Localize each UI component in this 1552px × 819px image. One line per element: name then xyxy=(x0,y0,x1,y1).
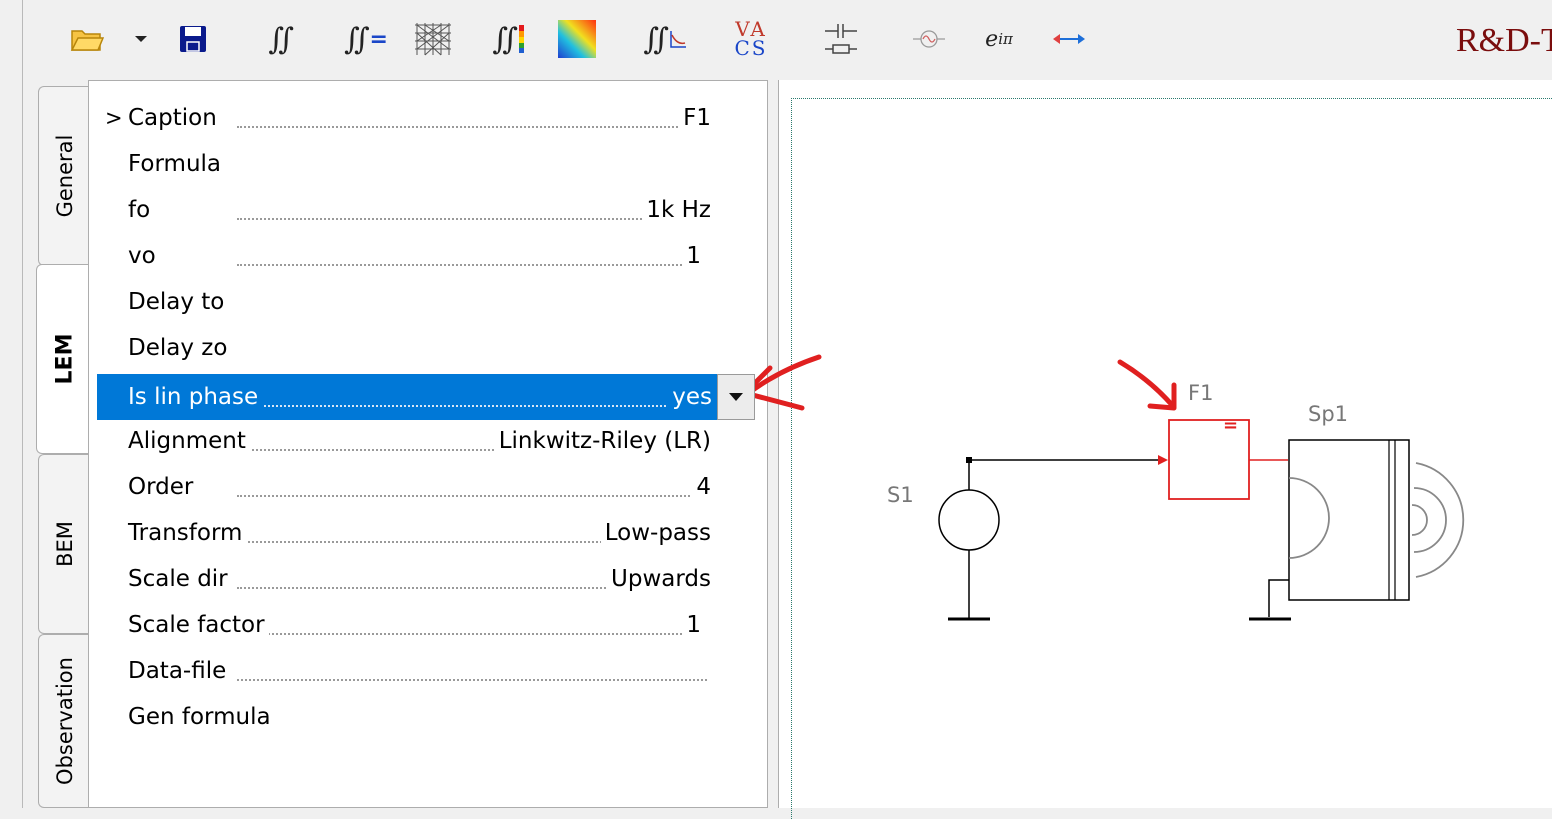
property-name: Caption xyxy=(128,105,221,131)
property-name: Scale factor xyxy=(128,612,269,638)
filter-label: F1 xyxy=(1188,381,1214,405)
property-value: Low-pass xyxy=(600,520,711,546)
property-value: F1 xyxy=(679,105,711,131)
row-cursor-indicator: > xyxy=(105,106,123,130)
color-gradient-icon[interactable] xyxy=(555,18,599,60)
panel-splitter[interactable] xyxy=(768,80,778,808)
property-row-vo[interactable]: vo 1 xyxy=(97,233,713,279)
exponential-icon[interactable]: e iπ xyxy=(977,18,1021,60)
integral-graph-icon[interactable]: ∬ xyxy=(641,18,689,60)
property-name: Scale dir xyxy=(128,566,232,592)
property-value: 1 xyxy=(682,243,701,269)
property-row-is-lin-phase[interactable]: Is lin phase yes xyxy=(97,374,718,420)
left-window-edge xyxy=(0,0,23,808)
property-row-delay-zo[interactable]: Delay zo xyxy=(97,325,713,371)
property-row-gen-formula[interactable]: Gen formula xyxy=(97,694,713,740)
property-name: Gen formula xyxy=(128,704,275,730)
double-arrow-icon[interactable] xyxy=(1049,18,1089,60)
property-name: Delay zo xyxy=(128,335,232,361)
integral-equals-icon[interactable]: ∬ = xyxy=(341,18,391,60)
property-row-scale-factor[interactable]: Scale factor 1 xyxy=(97,602,713,648)
property-row-alignment[interactable]: Alignment Linkwitz-Riley (LR) xyxy=(97,418,713,464)
property-value: Linkwitz-Riley (LR) xyxy=(494,428,711,454)
property-name: Order xyxy=(128,474,198,500)
integral-color-bars-icon[interactable]: ∬ xyxy=(487,18,531,60)
tab-observation[interactable]: Observation xyxy=(38,634,90,808)
tab-lem[interactable]: LEM xyxy=(36,264,92,454)
tab-general[interactable]: General xyxy=(38,86,90,266)
save-icon[interactable] xyxy=(175,18,211,60)
property-row-data-file[interactable]: Data-file xyxy=(97,648,713,694)
property-row-scale-dir[interactable]: Scale dir Upwards xyxy=(97,556,713,602)
property-row-delay-to[interactable]: Delay to xyxy=(97,279,713,325)
dropdown-arrow-icon[interactable] xyxy=(129,18,153,60)
property-value: yes xyxy=(668,384,712,410)
sine-source-icon[interactable] xyxy=(909,18,949,60)
value-dropdown-button[interactable] xyxy=(717,374,755,420)
chevron-down-icon xyxy=(729,393,743,401)
source-label: S1 xyxy=(887,483,914,507)
property-name: vo xyxy=(128,243,160,269)
property-row-formula[interactable]: Formula xyxy=(97,141,713,187)
vacs-icon[interactable]: VA CS xyxy=(729,18,773,60)
property-name: Is lin phase xyxy=(128,384,263,410)
property-name: Data-file xyxy=(128,658,231,684)
property-row-order[interactable]: Order 4 xyxy=(97,464,713,510)
brand-logo-text: R&D-T xyxy=(1456,22,1552,59)
double-integral-icon[interactable]: ∬ xyxy=(261,18,301,60)
property-name: Delay to xyxy=(128,289,229,315)
property-value: 1 xyxy=(682,612,701,638)
mesh-grid-icon[interactable] xyxy=(411,18,455,60)
toolbar: ∬ ∬ = ∬ ∬ VA CS e iπ R&D-T xyxy=(23,0,1552,78)
canvas-boundary xyxy=(791,98,1552,819)
property-name: Transform xyxy=(128,520,247,546)
property-name: Formula xyxy=(128,151,225,177)
property-name: fo xyxy=(128,197,155,223)
property-row-fo[interactable]: fo 1k Hz xyxy=(97,187,713,233)
filter-symbol: = xyxy=(1223,415,1239,436)
property-value: Upwards xyxy=(607,566,711,592)
folder-open-icon[interactable] xyxy=(67,18,107,60)
schematic-canvas[interactable] xyxy=(778,80,1552,819)
property-row-transform[interactable]: Transform Low-pass xyxy=(97,510,713,556)
speaker-label: Sp1 xyxy=(1308,402,1349,426)
property-row-caption[interactable]: > Caption F1 xyxy=(97,95,713,141)
property-grid: > Caption F1 Formula fo 1k Hz vo 1 Delay… xyxy=(88,80,768,808)
property-value: 4 xyxy=(692,474,711,500)
capacitor-resistor-icon[interactable] xyxy=(819,18,863,60)
property-value: 1k Hz xyxy=(642,197,711,223)
property-name: Alignment xyxy=(128,428,250,454)
tab-bem[interactable]: BEM xyxy=(38,454,90,634)
